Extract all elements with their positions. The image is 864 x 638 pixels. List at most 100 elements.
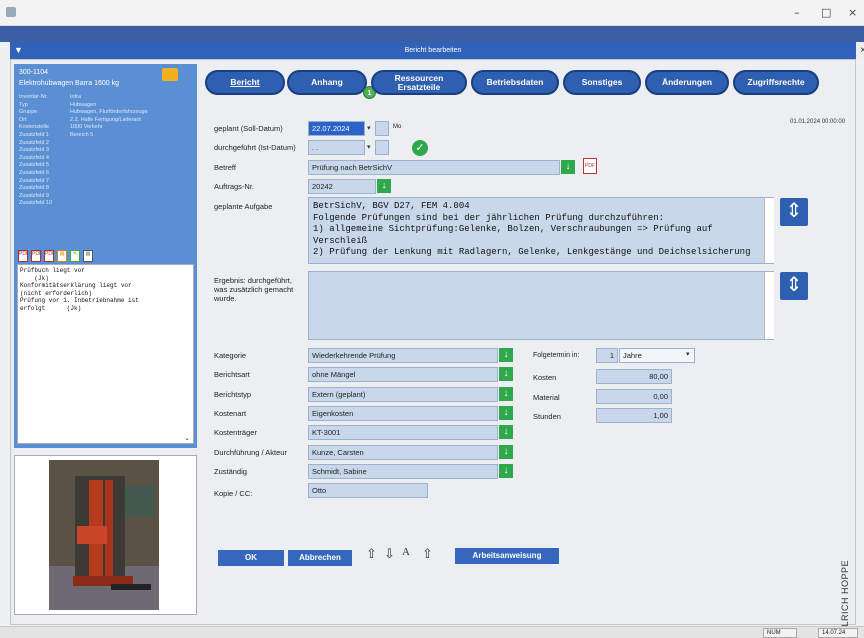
follow-up-number[interactable]: 1 <box>596 348 618 363</box>
category-field[interactable]: Wiederkehrende Prüfung <box>308 348 498 363</box>
cost-type-select-button[interactable]: ↓ <box>499 405 513 420</box>
planned-date-label: geplant (Soll-Datum) <box>214 124 283 133</box>
sidebar-field-label: Zusatzfeld 7 <box>19 177 49 184</box>
photographer-watermark: ULRICH HOPPE <box>840 560 850 634</box>
maximize-icon[interactable]: □ <box>821 6 831 19</box>
tab-5[interactable]: Sonstiges <box>563 70 641 95</box>
asset-id: 300-1104 <box>19 69 49 76</box>
report-kind-field[interactable]: ohne Mängel <box>308 367 498 383</box>
pdf-icon[interactable]: PDF <box>583 158 597 174</box>
report-type-field[interactable]: Extern (geplant) <box>308 386 498 402</box>
tab-3[interactable]: Ressourcen Ersatzteile <box>371 70 467 95</box>
planned-task-textarea[interactable]: BetrSichV, BGV D27, FEM 4.004 Folgende P… <box>308 197 774 264</box>
material-label: Material <box>533 393 560 402</box>
download-icon[interactable]: ⇩ <box>384 546 395 562</box>
asset-photo <box>14 455 197 615</box>
tab-4[interactable]: Betriebsdaten <box>471 70 559 95</box>
tab-label: Sonstiges <box>581 77 623 88</box>
actual-date-label: durchgeführt (Ist-Datum) <box>214 143 296 152</box>
tab-7[interactable]: Zugriffsrechte <box>733 70 819 95</box>
dialog-close-icon[interactable]: × <box>856 42 864 59</box>
cost-type-field[interactable]: Eigenkosten <box>308 405 498 421</box>
cancel-button[interactable]: Abbrechen <box>288 550 352 566</box>
cost-carrier-field[interactable]: KT-3001 <box>308 425 498 441</box>
sidebar-field-value: Hubwagen <box>70 101 97 108</box>
planned-date-field[interactable]: 22.07.2024 <box>308 121 365 136</box>
ok-button[interactable]: OK <box>218 550 284 566</box>
chevron-down-icon[interactable]: ⌄ <box>184 434 190 442</box>
result-scrollbar[interactable] <box>764 272 774 339</box>
report-type-select-button[interactable]: ↓ <box>499 386 513 401</box>
order-number-select-button[interactable]: ↓ <box>377 179 391 193</box>
hours-label: Stunden <box>533 412 561 421</box>
checkmark-icon[interactable]: ✓ <box>412 140 428 156</box>
actual-time-field[interactable] <box>375 140 389 155</box>
upload-icon[interactable]: ⇧ <box>422 546 433 562</box>
date-dropdown-icon[interactable]: ▾ <box>367 124 371 132</box>
report-kind-select-button[interactable]: ↓ <box>499 367 513 382</box>
expand-icon[interactable]: ⇕ <box>780 198 808 226</box>
executor-field[interactable]: Kunze, Carsten <box>308 444 498 460</box>
sidebar-field-label: Zusatzfeld 6 <box>19 170 49 176</box>
sidebar-field-value: Bereich 5 <box>70 132 94 138</box>
follow-up-unit-select[interactable]: Jahre <box>619 348 695 363</box>
dialog-titlebar: ▼ Bericht bearbeiten × <box>10 42 864 59</box>
minimize-icon[interactable]: – <box>794 6 800 19</box>
numlock-indicator: NUM <box>763 628 797 638</box>
follow-up-label: Folgetermin in: <box>533 352 580 359</box>
task-scrollbar[interactable] <box>764 198 774 263</box>
tab-bar: Bericht Anhang 1 Ressourcen Ersatzteile Betr… <box>205 67 825 99</box>
edit-document-icon[interactable]: ✎ <box>70 250 80 262</box>
close-icon[interactable]: × <box>848 6 857 19</box>
tab-6[interactable]: Änderungen <box>645 70 729 95</box>
sidebar-field-label: Zusatzfeld 8 <box>19 185 49 192</box>
material-field[interactable]: 0,00 <box>596 389 672 404</box>
cost-field[interactable]: 80,00 <box>596 369 672 384</box>
cost-carrier-select-button[interactable]: ↓ <box>499 425 513 440</box>
tab-1[interactable]: Bericht <box>205 70 285 95</box>
app-icon <box>6 7 16 17</box>
hours-field[interactable]: 1,00 <box>596 408 672 423</box>
window-titlebar: – □ × <box>0 0 864 26</box>
export-document-icon[interactable]: ▤ <box>83 250 93 262</box>
responsible-select-button[interactable]: ↓ <box>499 463 513 478</box>
pdf-icon[interactable]: PDF <box>44 250 55 262</box>
cost-type-label: Kostenart <box>214 408 247 418</box>
responsible-label: Zuständig <box>214 466 247 476</box>
planned-task-label: geplante Aufgabe <box>214 202 273 211</box>
tab-label: Ressourcen Ersatzteile <box>394 72 444 92</box>
sidebar-field-label: Zusatzfeld 4 <box>19 154 49 161</box>
result-textarea[interactable] <box>308 271 774 340</box>
actual-date-field[interactable]: . . <box>308 140 365 155</box>
folder-icon[interactable] <box>162 68 178 81</box>
document-icon[interactable]: ▤ <box>57 250 67 262</box>
tab-2[interactable]: Anhang 1 <box>287 70 376 99</box>
pdf-icon[interactable]: PDF <box>31 250 42 262</box>
cc-field[interactable]: Otto <box>308 483 428 498</box>
sidebar-field-label: Zusatzfeld 2 <box>19 139 49 146</box>
planned-weekday: Mo <box>393 124 402 130</box>
pdf-icon[interactable]: PDF <box>18 250 29 262</box>
responsible-field[interactable]: Schmidt, Sabine <box>308 463 498 479</box>
dialog-menu-icon[interactable]: ▼ <box>14 42 23 59</box>
expand-icon[interactable]: ⇕ <box>780 272 808 300</box>
upload-icon[interactable]: ⇧ <box>366 546 377 562</box>
tab-label: Anhang <box>311 77 343 88</box>
executor-select-button[interactable]: ↓ <box>499 444 513 459</box>
cost-carrier-label: Kostenträger <box>214 428 257 438</box>
modified-timestamp: 01.01.2024 00:00:00 <box>790 119 846 125</box>
subject-select-button[interactable]: ↓ <box>561 160 575 174</box>
work-instruction-button[interactable]: Arbeitsanweisung <box>455 548 559 564</box>
category-select-button[interactable]: ↓ <box>499 348 513 362</box>
subject-field[interactable]: Prüfung nach BetrSichV <box>308 160 560 175</box>
asset-name: Elektrohubwagen Barra 1600 kg <box>19 80 120 87</box>
planned-time-field[interactable] <box>375 121 389 136</box>
sidebar-field-value: 1000 Verkehr <box>70 124 103 131</box>
text-icon[interactable]: A <box>402 546 410 558</box>
chevron-down-icon[interactable]: ▾ <box>686 350 690 358</box>
notes-box[interactable]: Prüfbuch liegt vor (Jk) Konformitätserkl… <box>17 264 194 444</box>
result-label: Ergebnis: durchgeführt, was zusätzlich g… <box>214 276 294 303</box>
order-number-field[interactable]: 20242 <box>308 179 376 194</box>
date-dropdown-icon[interactable]: ▾ <box>367 143 371 151</box>
dialog-title: Bericht bearbeiten <box>404 47 462 54</box>
